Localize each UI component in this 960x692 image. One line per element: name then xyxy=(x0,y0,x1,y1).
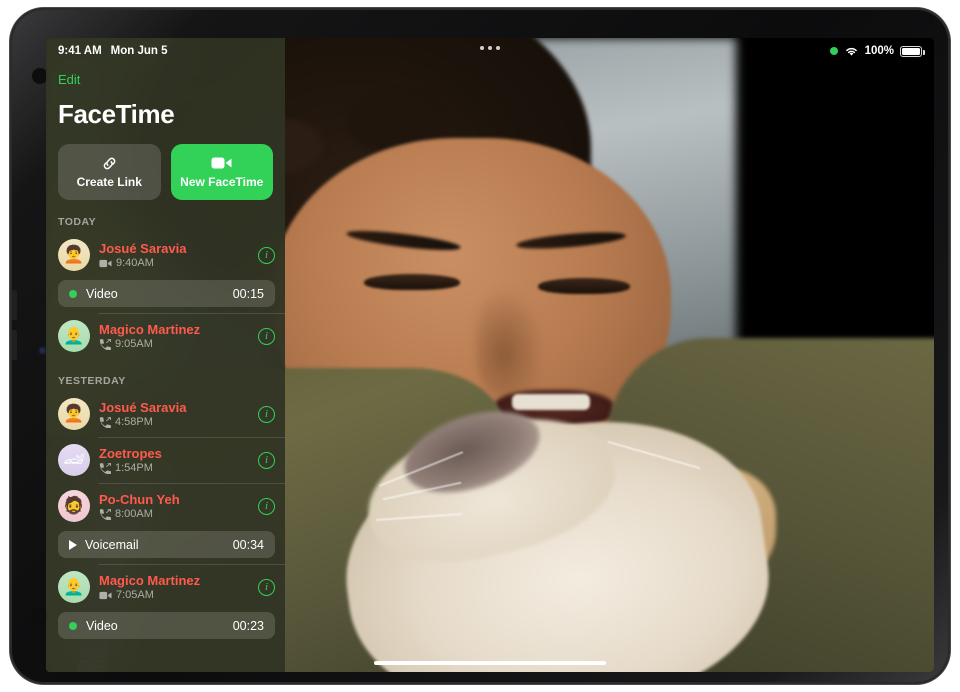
call-info: Zoetropes 1:54PM xyxy=(99,446,249,474)
info-circle-icon[interactable]: i xyxy=(258,405,275,423)
create-link-label: Create Link xyxy=(76,175,142,189)
missed-phone-call-icon xyxy=(99,462,111,474)
green-dot-icon xyxy=(69,289,77,298)
play-icon xyxy=(69,539,77,550)
call-time: 4:58PM xyxy=(115,416,153,428)
call-list-item[interactable]: 🧑‍🦱 Josué Saravia 4:58PM i xyxy=(46,391,285,437)
call-list-item[interactable]: 🧑‍🦱 Josué Saravia 9:40AM i xyxy=(46,232,285,278)
volume-down-button[interactable] xyxy=(12,330,17,360)
call-group: 👨‍🦲 Magico Martinez 9:05AM i xyxy=(46,313,285,359)
info-circle-icon[interactable]: i xyxy=(258,497,275,515)
call-subtitle: 9:05AM xyxy=(99,338,249,350)
caller-name: Josué Saravia xyxy=(99,241,187,256)
caller-name: Magico Martinez xyxy=(99,322,201,337)
memoji-curly-hair-avatar: 🧑‍🦱 xyxy=(58,239,90,271)
call-duration: 00:15 xyxy=(232,286,264,301)
caller-name: Magico Martinez xyxy=(99,573,201,588)
call-list-item[interactable]: 👨‍🦲 Magico Martinez 7:05AM i xyxy=(46,564,285,610)
call-subtitle: 4:58PM xyxy=(99,416,249,428)
call-group: 👨‍🦲 Magico Martinez 7:05AM i Video 00:23 xyxy=(46,564,285,639)
section-header-yesterday: YESTERDAY xyxy=(58,375,126,387)
microphone-icon xyxy=(40,348,45,353)
action-buttons-row: Create Link New FaceTime xyxy=(58,144,273,200)
new-facetime-button[interactable]: New FaceTime xyxy=(170,144,273,200)
call-detail-video[interactable]: Video 00:15 xyxy=(58,280,275,307)
green-dot-icon xyxy=(69,621,77,630)
call-detail-label: Voicemail xyxy=(85,537,139,552)
call-detail-label: Video xyxy=(86,618,118,633)
missed-phone-call-icon xyxy=(99,338,111,350)
memoji-bald-avatar: 👨‍🦲 xyxy=(58,571,90,603)
ipad-screen: 9:41 AM Mon Jun 5 100% Edit FaceTime Cre… xyxy=(46,38,934,672)
call-time: 7:05AM xyxy=(116,589,154,601)
info-circle-icon[interactable]: i xyxy=(258,246,275,264)
memoji-beard-avatar: 🧔 xyxy=(58,490,90,522)
call-time: 1:54PM xyxy=(115,462,153,474)
video-call-icon xyxy=(99,259,112,268)
call-list-item[interactable]: 👨‍🦲 Magico Martinez 9:05AM i xyxy=(46,313,285,359)
person-eye-left xyxy=(364,274,460,290)
missed-phone-call-icon xyxy=(99,508,111,520)
call-group: 🧑‍🦱 Josué Saravia 4:58PM i xyxy=(46,391,285,437)
call-group: 🧔 Po-Chun Yeh 8:00AM i Voicemail 00:34 xyxy=(46,483,285,558)
info-circle-icon[interactable]: i xyxy=(258,451,275,469)
call-detail-label: Video xyxy=(86,286,118,301)
link-icon xyxy=(101,155,118,171)
call-subtitle: 7:05AM xyxy=(99,589,249,601)
call-info: Po-Chun Yeh 8:00AM xyxy=(99,492,249,520)
person-nose xyxy=(476,288,546,398)
volume-up-button[interactable] xyxy=(12,290,17,320)
video-camera-icon xyxy=(211,155,233,171)
call-duration: 00:34 xyxy=(232,537,264,552)
call-info: Josué Saravia 9:40AM xyxy=(99,241,249,269)
edit-button[interactable]: Edit xyxy=(58,72,80,87)
call-subtitle: 8:00AM xyxy=(99,508,249,520)
memoji-curly-hair-avatar: 🧑‍🦱 xyxy=(58,398,90,430)
call-detail-video[interactable]: Video 00:23 xyxy=(58,612,275,639)
info-circle-icon[interactable]: i xyxy=(258,578,275,596)
person-eye-right xyxy=(538,278,630,294)
call-time: 9:05AM xyxy=(115,338,153,350)
section-header-today: TODAY xyxy=(58,216,97,228)
call-info: Magico Martinez 9:05AM xyxy=(99,322,249,350)
call-group: 🧑‍🦱 Josué Saravia 9:40AM i Video 00:15 xyxy=(46,232,285,307)
home-indicator[interactable] xyxy=(374,661,606,665)
recent-calls-list: TODAY 🧑‍🦱 Josué Saravia 9:40AM i Video 00:15 👨‍… xyxy=(46,216,285,639)
create-link-button[interactable]: Create Link xyxy=(58,144,161,200)
caller-name: Zoetropes xyxy=(99,446,162,461)
call-time: 9:40AM xyxy=(116,257,154,269)
call-duration: 00:23 xyxy=(232,618,264,633)
new-facetime-label: New FaceTime xyxy=(180,175,264,189)
info-circle-icon[interactable]: i xyxy=(258,327,275,345)
call-group: 🏎 Zoetropes 1:54PM i xyxy=(46,437,285,483)
video-call-icon xyxy=(99,591,112,600)
person-teeth xyxy=(512,394,590,410)
facetime-sidebar: Edit FaceTime Create Link New FaceTime T… xyxy=(46,38,285,672)
memoji-bald-avatar: 👨‍🦲 xyxy=(58,320,90,352)
call-time: 8:00AM xyxy=(115,508,153,520)
missed-phone-call-icon xyxy=(99,416,111,428)
call-list-item[interactable]: 🏎 Zoetropes 1:54PM i xyxy=(46,437,285,483)
call-info: Magico Martinez 7:05AM xyxy=(99,573,249,601)
caller-name: Josué Saravia xyxy=(99,400,187,415)
call-detail-voicemail[interactable]: Voicemail 00:34 xyxy=(58,531,275,558)
race-car-avatar: 🏎 xyxy=(58,444,90,476)
ipad-device-frame: 9:41 AM Mon Jun 5 100% Edit FaceTime Cre… xyxy=(10,8,950,684)
call-info: Josué Saravia 4:58PM xyxy=(99,400,249,428)
call-subtitle: 9:40AM xyxy=(99,257,249,269)
call-list-item[interactable]: 🧔 Po-Chun Yeh 8:00AM i xyxy=(46,483,285,529)
call-subtitle: 1:54PM xyxy=(99,462,249,474)
page-title: FaceTime xyxy=(58,99,175,129)
caller-name: Po-Chun Yeh xyxy=(99,492,180,507)
